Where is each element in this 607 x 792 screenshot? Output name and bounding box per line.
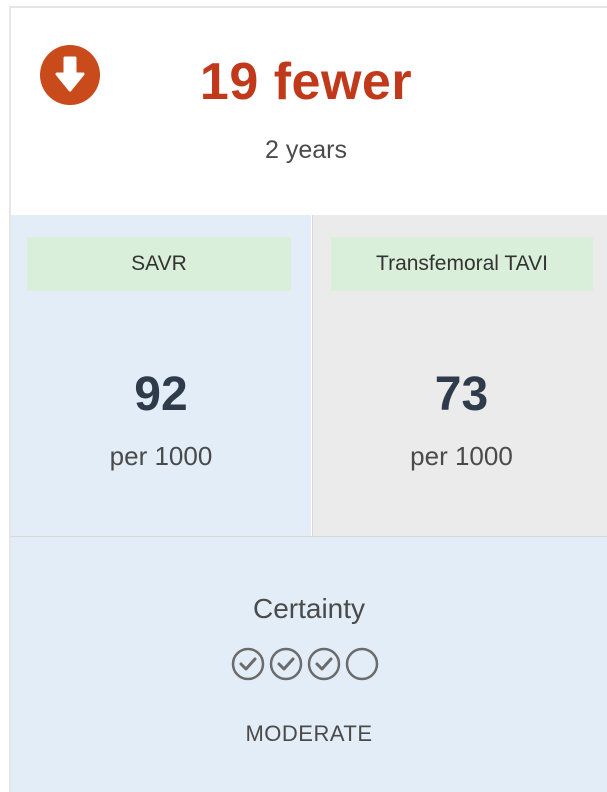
effect-value: 19 fewer — [199, 53, 413, 111]
effect-duration: 2 years — [265, 136, 347, 164]
check-circle-icon — [269, 647, 303, 681]
intervention-unit: per 1000 — [410, 441, 513, 471]
certainty-level: MODERATE — [245, 721, 373, 746]
check-circle-icon — [307, 647, 341, 681]
empty-circle-icon — [345, 647, 379, 681]
comparator-unit: per 1000 — [109, 441, 213, 471]
outcome-card: 19 fewer 2 years SAVR 92 per 1000 Transf… — [9, 6, 607, 792]
comparison-panel: SAVR 92 per 1000 Transfemoral TAVI 73 pe… — [11, 215, 607, 536]
comparator-label: SAVR — [27, 237, 291, 291]
intervention-label: Transfemoral TAVI — [331, 237, 593, 291]
comparator-value: 92 — [134, 368, 188, 421]
effect-header: 19 fewer 2 years — [11, 8, 607, 215]
certainty-rating — [231, 647, 391, 687]
certainty-panel: Certainty MODERATE — [11, 536, 607, 792]
check-circle-icon — [231, 647, 265, 681]
arrow-down-circle-icon — [40, 45, 100, 105]
comparator-arm: SAVR 92 per 1000 — [11, 215, 311, 536]
intervention-arm: Transfemoral TAVI 73 per 1000 — [312, 215, 607, 536]
intervention-value: 73 — [434, 368, 489, 421]
certainty-label: Certainty — [252, 593, 366, 624]
